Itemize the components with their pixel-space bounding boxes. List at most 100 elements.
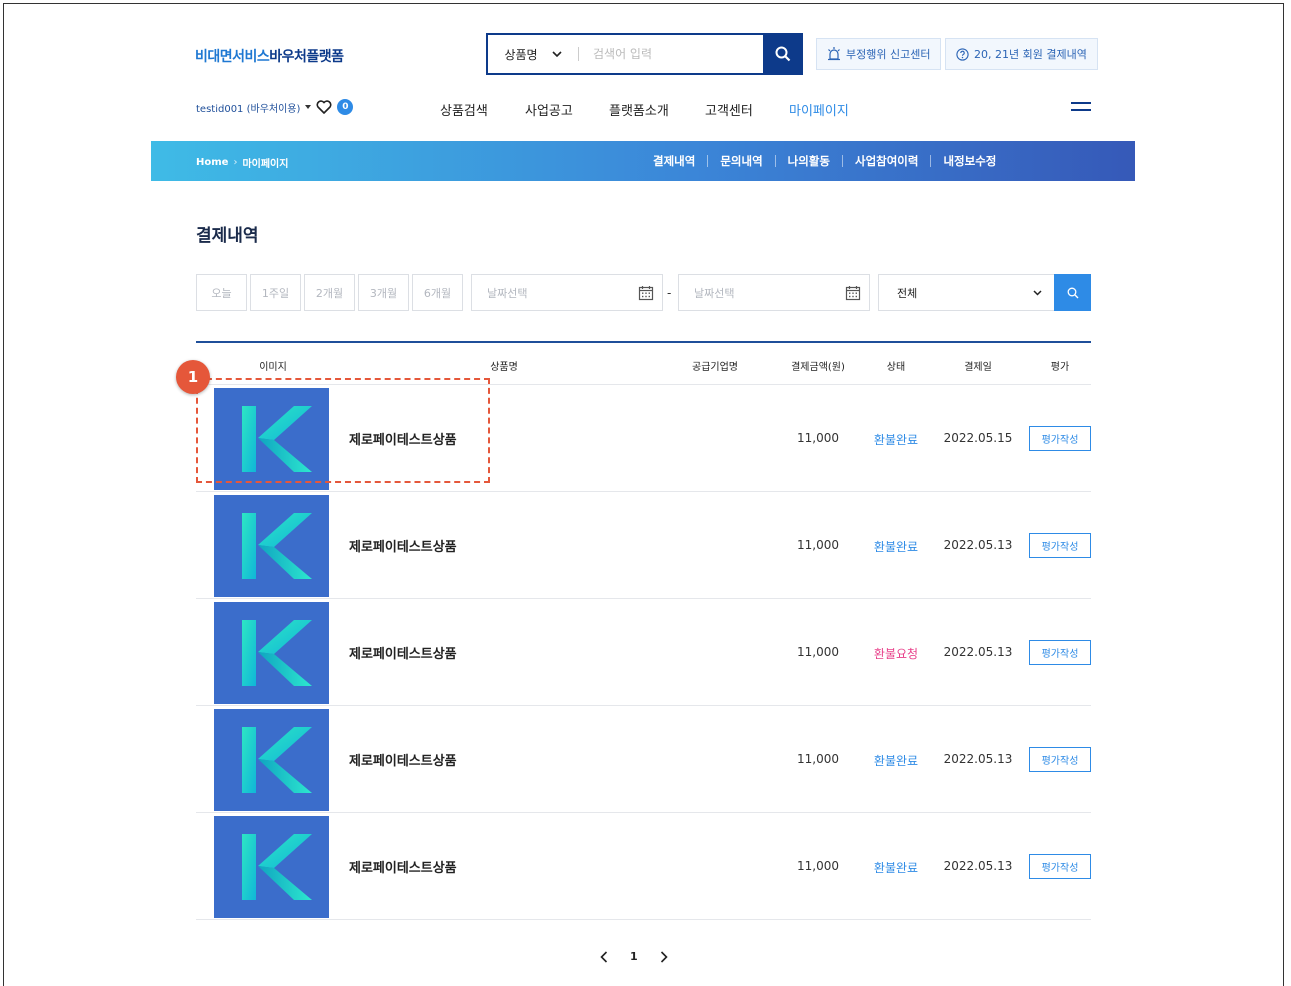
nav-item-platform-intro[interactable]: 플랫폼소개 — [609, 100, 705, 119]
table-row: 제로페이테스트상품 11,000 환불요청 2022.05.13 평가작성 — [196, 599, 1091, 706]
subnav-payment-history[interactable]: 결제내역 — [641, 153, 707, 169]
period-6month-button[interactable]: 6개월 — [412, 274, 463, 311]
sub-header-band: Home › 마이페이지 결제내역 문의내역 나의활동 사업참여이력 내정보수정 — [151, 141, 1135, 181]
column-header-supplier: 공급기업명 — [692, 362, 738, 373]
table-row: 제로페이테스트상품 11,000 환불완료 2022.05.13 평가작성 — [196, 492, 1091, 599]
report-center-label: 부정행위 신고센터 — [846, 48, 931, 61]
period-1week-button[interactable]: 1주일 — [250, 274, 301, 311]
subnav-my-activity[interactable]: 나의활동 — [776, 153, 842, 169]
nav-item-customer-center[interactable]: 고객센터 — [705, 100, 789, 119]
product-name[interactable]: 제로페이테스트상품 — [349, 750, 457, 769]
subnav-edit-profile[interactable]: 내정보수정 — [931, 153, 1008, 169]
write-review-button[interactable]: 평가작성 — [1029, 426, 1091, 451]
product-name[interactable]: 제로페이테스트상품 — [349, 643, 457, 662]
search-icon — [1067, 287, 1078, 298]
search-category-label: 상품명 — [504, 47, 538, 62]
k-logo-icon — [242, 834, 312, 900]
product-name[interactable]: 제로페이테스트상품 — [349, 857, 457, 876]
search-input[interactable] — [579, 35, 763, 73]
write-review-button[interactable]: 평가작성 — [1029, 854, 1091, 879]
site-logo[interactable]: 비대면서비스바우처플랫폼 — [195, 46, 344, 66]
wishlist-count-badge: 0 — [337, 99, 354, 115]
subnav-inquiries[interactable]: 문의내역 — [708, 153, 774, 169]
step-marker: 1 — [176, 360, 210, 394]
siren-icon — [828, 47, 840, 61]
payment-date-value: 2022.05.13 — [943, 538, 1013, 552]
chevron-right-icon[interactable] — [660, 950, 668, 963]
date-to-field[interactable]: 날짜선택 — [678, 274, 870, 311]
highlight-box — [196, 378, 490, 483]
caret-down-icon — [305, 105, 312, 109]
status-filter-select[interactable]: 전체 — [878, 274, 1055, 311]
product-thumbnail[interactable] — [214, 816, 329, 918]
pagination: 1 — [600, 950, 668, 963]
period-today-button[interactable]: 오늘 — [196, 274, 247, 311]
nav-item-mypage[interactable]: 마이페이지 — [789, 100, 849, 119]
page-number[interactable]: 1 — [630, 950, 638, 963]
payment-amount-value: 11,000 — [797, 752, 839, 766]
column-header-rating: 평가 — [1050, 362, 1070, 373]
table-row: 제로페이테스트상품 11,000 환불완료 2022.05.13 평가작성 — [196, 813, 1091, 920]
breadcrumb-home[interactable]: Home — [196, 157, 228, 168]
k-logo-icon — [242, 513, 312, 579]
period-3month-button[interactable]: 3개월 — [358, 274, 409, 311]
payment-amount-value: 11,000 — [797, 859, 839, 873]
filter-search-button[interactable] — [1054, 274, 1091, 311]
period-2month-button[interactable]: 2개월 — [304, 274, 355, 311]
breadcrumb: Home › 마이페이지 — [196, 155, 288, 170]
date-from-field[interactable]: 날짜선택 — [471, 274, 663, 311]
nav-item-product-search[interactable]: 상품검색 — [440, 100, 525, 119]
column-header-product: 상품명 — [490, 362, 518, 373]
payment-amount-value: 11,000 — [797, 431, 839, 445]
k-logo-icon — [242, 620, 312, 686]
search-button[interactable] — [763, 33, 803, 75]
product-thumbnail[interactable] — [214, 602, 329, 704]
payment-history-button[interactable]: 20, 21년 회원 결제내역 — [945, 38, 1098, 70]
column-header-amount: 결제금액(원) — [791, 362, 845, 373]
mypage-subnav: 결제내역 문의내역 나의활동 사업참여이력 내정보수정 — [641, 153, 1008, 169]
calendar-icon[interactable] — [845, 285, 861, 301]
payment-date-value: 2022.05.13 — [943, 645, 1013, 659]
write-review-button[interactable]: 평가작성 — [1029, 640, 1091, 665]
logo-text-2: 바우처플랫폼 — [269, 49, 344, 65]
payment-date-value: 2022.05.13 — [943, 752, 1013, 766]
date-from-placeholder: 날짜선택 — [487, 286, 528, 300]
product-name[interactable]: 제로페이테스트상품 — [349, 536, 457, 555]
product-thumbnail[interactable] — [214, 495, 329, 597]
breadcrumb-mypage[interactable]: 마이페이지 — [242, 155, 288, 170]
page-title: 결제내역 — [196, 226, 259, 246]
chevron-right-icon: › — [233, 157, 238, 168]
date-to-placeholder: 날짜선택 — [694, 286, 735, 300]
chevron-left-icon[interactable] — [600, 950, 608, 963]
nav-item-announcements[interactable]: 사업공고 — [525, 100, 609, 119]
payment-history-label: 20, 21년 회원 결제내역 — [974, 48, 1087, 61]
user-id: testid001 (바우처이용) — [196, 103, 301, 115]
search-icon — [775, 46, 791, 62]
chevron-down-icon — [1033, 289, 1042, 296]
search-category-select[interactable]: 상품명 — [488, 35, 578, 73]
payment-status-value: 환불완료 — [873, 433, 919, 447]
payment-date-value: 2022.05.13 — [943, 859, 1013, 873]
payment-status-value: 환불완료 — [873, 754, 919, 768]
menu-icon[interactable] — [1071, 102, 1091, 113]
report-center-button[interactable]: 부정행위 신고센터 — [816, 38, 942, 70]
heart-icon[interactable] — [316, 100, 332, 114]
write-review-button[interactable]: 평가작성 — [1029, 533, 1091, 558]
user-menu[interactable]: testid001 (바우처이용) 0 — [196, 99, 354, 115]
chevron-down-icon — [551, 51, 562, 57]
payment-amount-value: 11,000 — [797, 645, 839, 659]
write-review-button[interactable]: 평가작성 — [1029, 747, 1091, 772]
k-logo-icon — [242, 727, 312, 793]
calendar-icon[interactable] — [638, 285, 654, 301]
subnav-participation-history[interactable]: 사업참여이력 — [843, 153, 930, 169]
table-row: 제로페이테스트상품 11,000 환불완료 2022.05.13 평가작성 — [196, 706, 1091, 813]
product-thumbnail[interactable] — [214, 709, 329, 811]
column-header-status: 상태 — [886, 362, 906, 373]
search-bar: 상품명 — [486, 33, 803, 75]
column-header-date: 결제일 — [964, 362, 992, 373]
date-range-separator: - — [667, 286, 672, 300]
payment-status-value: 환불완료 — [873, 540, 919, 554]
logo-text-1: 비대면서비스 — [195, 49, 270, 65]
payment-status-value: 환불완료 — [873, 861, 919, 875]
payment-amount-value: 11,000 — [797, 538, 839, 552]
